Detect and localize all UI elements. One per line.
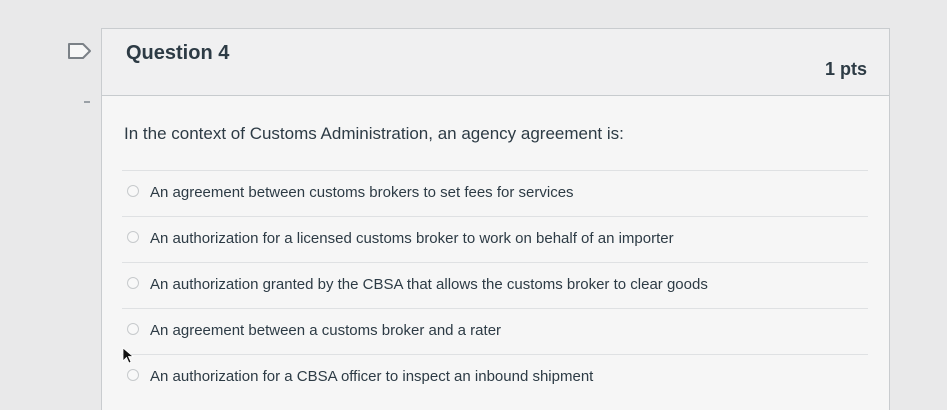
quiz-page: Question 4 1 pts In the context of Custo… [0, 0, 947, 410]
answer-label[interactable]: An agreement between customs brokers to … [150, 184, 574, 201]
answer-label[interactable]: An authorization granted by the CBSA tha… [150, 276, 708, 293]
radio-icon[interactable] [127, 185, 139, 197]
question-header: Question 4 1 pts [102, 29, 889, 96]
flag-question-icon[interactable] [67, 42, 93, 60]
answer-option[interactable]: An agreement between a customs broker an… [122, 308, 868, 354]
answer-label[interactable]: An agreement between a customs broker an… [150, 322, 501, 339]
mouse-pointer-icon [122, 347, 135, 364]
answer-option[interactable]: An agreement between customs brokers to … [122, 170, 868, 216]
question-points: 1 pts [824, 59, 867, 79]
answer-option[interactable]: An authorization for a CBSA officer to i… [122, 354, 868, 400]
question-card: Question 4 1 pts In the context of Custo… [101, 28, 890, 410]
radio-icon[interactable] [127, 323, 139, 335]
divider-mark [84, 101, 90, 103]
answer-label[interactable]: An authorization for a CBSA officer to i… [150, 368, 593, 385]
radio-icon[interactable] [127, 277, 139, 289]
answer-option[interactable]: An authorization granted by the CBSA tha… [122, 262, 868, 308]
question-title: Question 4 [126, 42, 230, 64]
radio-icon[interactable] [127, 369, 139, 381]
answer-option[interactable]: An authorization for a licensed customs … [122, 216, 868, 262]
answer-list: An agreement between customs brokers to … [122, 170, 868, 400]
question-text: In the context of Customs Administration… [124, 124, 624, 143]
radio-icon[interactable] [127, 231, 139, 243]
answer-label[interactable]: An authorization for a licensed customs … [150, 230, 674, 247]
